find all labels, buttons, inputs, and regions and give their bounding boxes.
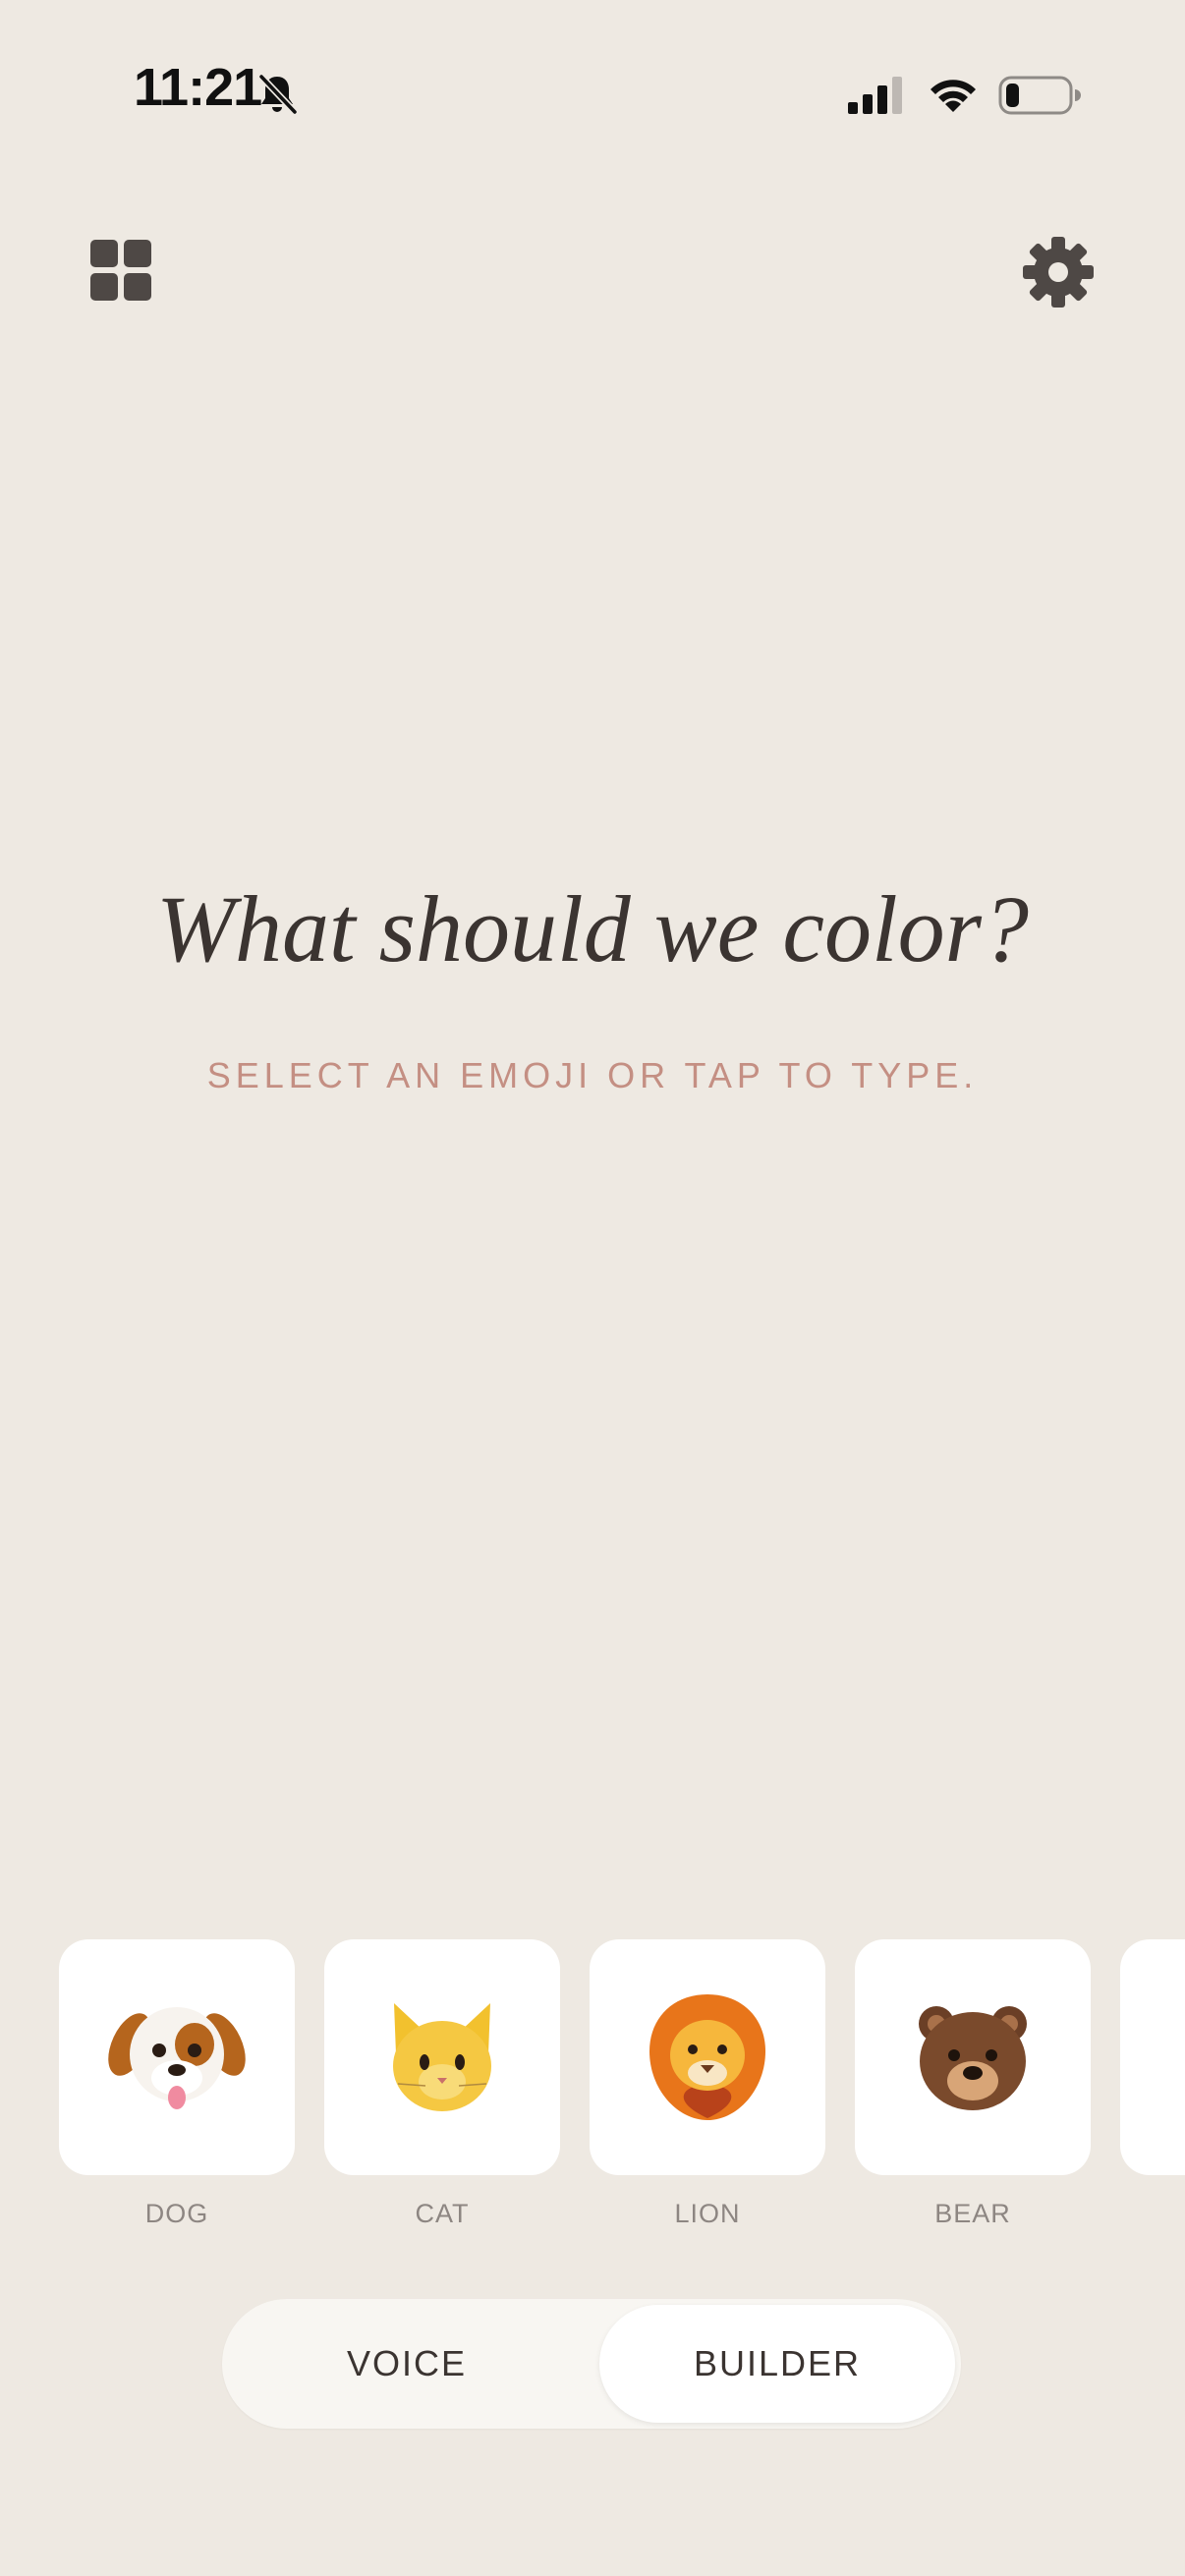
mode-switch[interactable]: VOICE BUILDER [222,2299,961,2429]
lion-face-icon [649,1994,765,2120]
battery-icon [998,76,1081,115]
grid-icon[interactable] [90,240,153,303]
emoji-carousel[interactable]: DOG CAT LION BEAR [0,1939,1185,2234]
emoji-card-dog[interactable] [59,1939,295,2175]
emoji-label-cat: CAT [415,2199,470,2228]
grid-cell [90,273,118,301]
builder-tab[interactable]: BUILDER [599,2305,955,2423]
grid-cell [124,273,151,301]
voice-tab[interactable]: VOICE [222,2299,592,2429]
status-time: 11:21 [134,58,262,117]
page-subtitle: SELECT AN EMOJI OR TAP TO TYPE. [206,1055,979,1095]
emoji-label-dog: DOG [144,2199,209,2228]
cat-face-icon [393,2003,491,2111]
grid-cell [90,240,118,267]
bell-slash-icon [257,73,299,116]
wifi-icon [931,80,976,112]
grid-cell [124,240,151,267]
app-screen: 11:21 What should we color? SELECT AN EM… [0,0,1185,2576]
cellular-signal-icon [848,77,902,114]
gear-icon[interactable] [1022,236,1095,308]
emoji-card-lion[interactable] [590,1939,825,2175]
emoji-label-bear: BEAR [934,2199,1011,2228]
emoji-card-cat[interactable] [324,1939,560,2175]
emoji-card-next[interactable] [1120,1939,1185,2175]
bear-face-icon [919,2006,1027,2110]
emoji-card-bear[interactable] [855,1939,1091,2175]
emoji-label-lion: LION [674,2199,741,2228]
dog-face-icon [108,2007,246,2109]
page-title[interactable]: What should we color? [0,874,1185,983]
